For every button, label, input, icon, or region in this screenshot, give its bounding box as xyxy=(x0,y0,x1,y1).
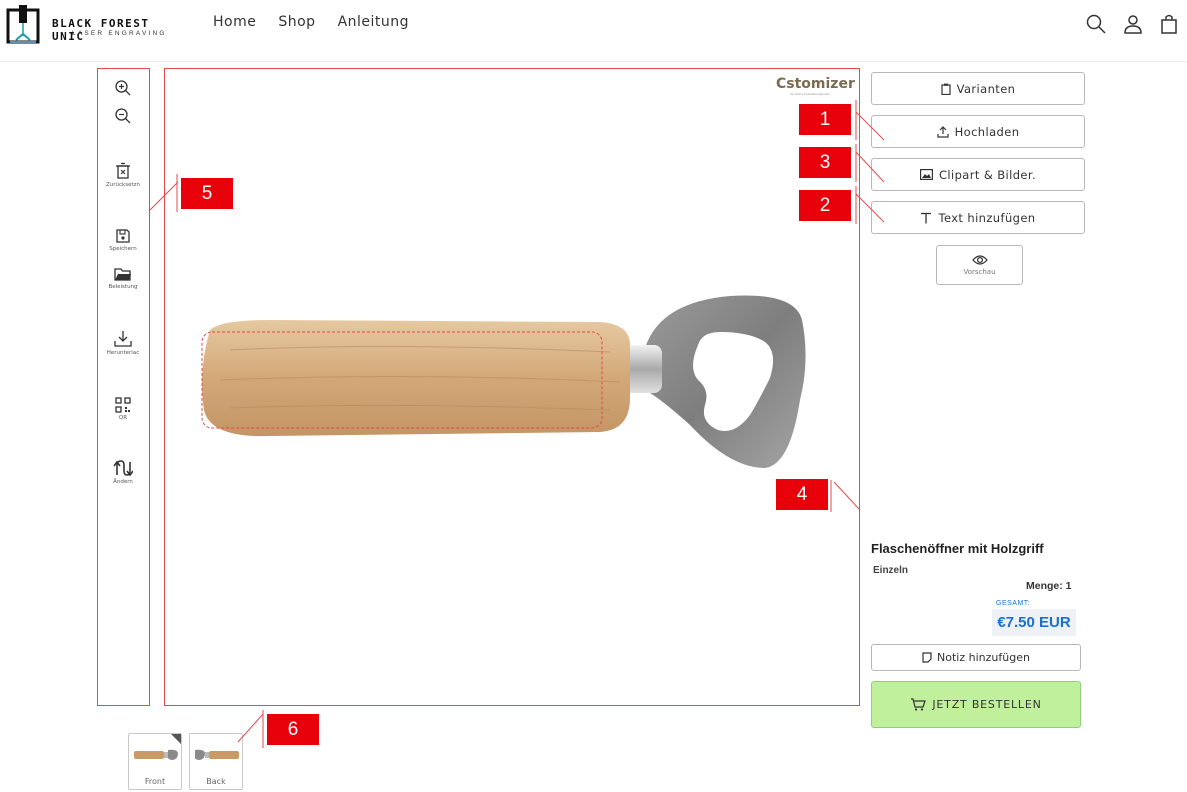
load-button[interactable]: Beleistung xyxy=(100,266,146,290)
selected-corner-icon xyxy=(171,734,181,744)
product-title: Flaschenöffner mit Holzgriff xyxy=(871,541,1044,556)
customizer-brand-tagline: Ihr Online Produktkonfigurator xyxy=(790,92,831,96)
download-icon xyxy=(114,331,132,347)
annotation-5: 5 xyxy=(181,178,233,209)
trash-icon xyxy=(116,162,130,179)
qr-button[interactable]: QR xyxy=(100,397,146,421)
load-label: Beleistung xyxy=(108,284,138,290)
quantity-text: Menge: 1 xyxy=(1026,580,1072,592)
bottle-opener-product-image xyxy=(201,295,806,468)
zoom-in-icon xyxy=(115,80,131,96)
front-view-thumbnail[interactable]: Front xyxy=(128,733,182,790)
annotation-3: 3 xyxy=(799,147,851,178)
cart-icon[interactable] xyxy=(1157,12,1181,36)
annotation-1: 1 xyxy=(799,104,851,135)
preview-label: Vorschau xyxy=(963,268,996,276)
variants-button[interactable]: Varianten xyxy=(871,72,1085,105)
change-button[interactable]: Ändern xyxy=(100,459,146,485)
annotation-4: 4 xyxy=(776,479,828,510)
text-tool-icon xyxy=(921,212,932,223)
reset-label: Zurücksetzn xyxy=(106,182,140,188)
logo-tagline: LASER ENGRAVING xyxy=(72,30,167,37)
qr-label: QR xyxy=(118,415,128,421)
laser-logo-icon xyxy=(6,5,40,44)
order-now-label: JETZT BESTELLEN xyxy=(932,698,1042,711)
upload-label: Hochladen xyxy=(954,124,1020,139)
image-icon xyxy=(919,169,933,180)
total-price: €7.50 EUR xyxy=(992,609,1076,636)
add-text-label: Text hinzufügen xyxy=(938,210,1036,225)
back-view-thumbnail[interactable]: Back xyxy=(189,733,243,790)
upload-icon xyxy=(936,125,949,138)
annotation-6: 6 xyxy=(267,714,319,745)
clipboard-icon xyxy=(941,83,951,95)
front-view-label: Front xyxy=(144,777,166,786)
nav-anleitung[interactable]: Anleitung xyxy=(338,14,409,30)
nav-shop[interactable]: Shop xyxy=(278,14,315,30)
nav-home[interactable]: Home xyxy=(213,14,256,30)
search-icon[interactable] xyxy=(1084,12,1108,36)
eye-icon xyxy=(971,255,988,265)
save-button[interactable]: Speichern xyxy=(100,228,146,252)
zoom-in-button[interactable] xyxy=(100,79,146,97)
order-now-button[interactable]: JETZT BESTELLEN xyxy=(871,681,1081,728)
add-text-button[interactable]: Text hinzufügen xyxy=(871,201,1085,234)
add-note-button[interactable]: Notiz hinzufügen xyxy=(871,644,1081,671)
preview-button[interactable]: Vorschau xyxy=(936,245,1023,285)
save-label: Speichern xyxy=(109,246,137,252)
download-label: Herunterlac xyxy=(106,350,140,356)
variants-label: Varianten xyxy=(956,81,1016,96)
zoom-out-button[interactable] xyxy=(100,107,146,125)
account-icon[interactable] xyxy=(1121,12,1145,36)
zoom-out-icon xyxy=(115,108,131,124)
upload-button[interactable]: Hochladen xyxy=(871,115,1085,148)
back-view-label: Back xyxy=(206,777,226,786)
clipart-label: Clipart & Bilder. xyxy=(938,167,1037,182)
swap-arrows-icon xyxy=(113,460,133,477)
site-header: BLACK FOREST UNIC LASER ENGRAVING Home S… xyxy=(0,0,1187,62)
back-thumbnail-image xyxy=(195,749,239,760)
download-button[interactable]: Herunterlac xyxy=(100,330,146,356)
main-nav: Home Shop Anleitung xyxy=(213,14,409,30)
customizer-brand: Cstomizer xyxy=(776,76,855,92)
cart-add-icon xyxy=(911,698,927,711)
logo[interactable]: BLACK FOREST UNIC LASER ENGRAVING xyxy=(6,4,190,44)
folder-icon xyxy=(114,268,131,281)
annotation-2: 2 xyxy=(799,190,851,221)
total-label: GESAMT: xyxy=(996,600,1031,607)
add-note-label: Notiz hinzufügen xyxy=(937,651,1030,664)
qr-code-icon xyxy=(115,397,131,413)
clipart-button[interactable]: Clipart & Bilder. xyxy=(871,158,1085,191)
change-label: Ändern xyxy=(113,479,133,485)
note-icon xyxy=(922,652,932,663)
front-thumbnail-image xyxy=(134,749,178,760)
reset-button[interactable]: Zurücksetzn xyxy=(100,162,146,188)
product-variant: Einzeln xyxy=(873,565,909,576)
save-icon xyxy=(116,229,130,243)
